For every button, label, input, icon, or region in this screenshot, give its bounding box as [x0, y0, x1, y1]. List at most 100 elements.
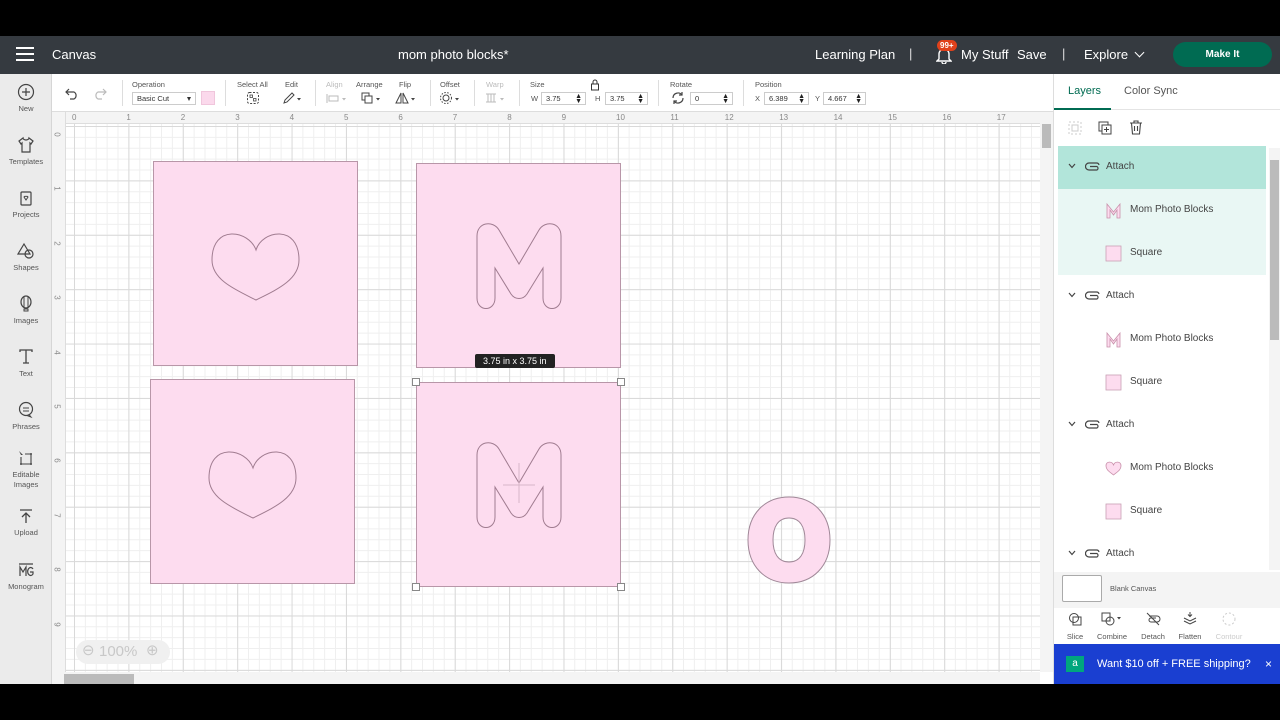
sidebar-label: Editable Images — [12, 470, 40, 489]
layer-item-row[interactable]: Square — [1058, 490, 1266, 533]
design-canvas[interactable]: 0 1 2 3 4 5 6 7 8 9 10 11 12 13 14 15 16 17 0123456789 3.… — [52, 112, 1053, 684]
m-block-selected[interactable] — [416, 382, 621, 587]
layer-item-row[interactable]: Mom Photo Blocks — [1058, 189, 1266, 232]
ruler-tick-label: 9 — [52, 621, 62, 627]
my-stuff-link[interactable]: My Stuff — [961, 47, 1008, 62]
ruler-tick-label: 1 — [52, 186, 62, 192]
layer-item-row[interactable]: Mom Photo Blocks — [1058, 318, 1266, 361]
header-separator: | — [909, 46, 913, 61]
slice-button[interactable]: Slice — [1057, 612, 1093, 641]
height-input[interactable]: 3.75 ▲ ▼ — [605, 92, 648, 105]
heart-block[interactable] — [153, 161, 358, 366]
chevron-down-icon[interactable] — [1068, 421, 1076, 427]
explore-menu[interactable]: Explore — [1084, 47, 1145, 62]
combine-button[interactable]: Combine — [1094, 612, 1130, 641]
monogram-icon — [19, 563, 34, 577]
document-title[interactable]: mom photo blocks* — [398, 47, 509, 62]
scroll-thumb[interactable] — [64, 674, 134, 684]
sidebar-item-upload[interactable]: Upload — [0, 507, 52, 538]
sidebar-item-monogram[interactable]: Monogram — [0, 561, 52, 592]
select-all-label: Select All — [237, 80, 268, 89]
scroll-thumb[interactable] — [1042, 124, 1051, 148]
heart-block[interactable] — [150, 379, 355, 584]
blank-canvas-label: Blank Canvas — [1110, 584, 1157, 593]
m-block[interactable] — [416, 163, 621, 368]
letter-o-shape[interactable] — [746, 496, 832, 584]
resize-handle[interactable] — [617, 583, 625, 591]
spinner-icon[interactable]: ▲ ▼ — [637, 93, 644, 105]
undo-icon[interactable] — [65, 86, 79, 100]
sidebar-item-projects[interactable]: Projects — [0, 189, 52, 220]
layer-group-row[interactable]: Attach — [1058, 146, 1266, 189]
sidebar-item-images[interactable]: Images — [0, 295, 52, 326]
y-position-input[interactable]: 4.667 ▲ ▼ — [823, 92, 866, 105]
operation-color-swatch[interactable] — [201, 91, 215, 105]
hamburger-menu-icon[interactable] — [16, 47, 34, 61]
letterbox-bar — [0, 684, 1280, 720]
detach-button[interactable]: Detach — [1135, 612, 1171, 641]
ruler-tick-label: 17 — [996, 113, 1006, 122]
redo-icon[interactable] — [93, 86, 107, 100]
flip-icon[interactable] — [395, 91, 419, 105]
vertical-scrollbar[interactable] — [1040, 112, 1053, 672]
close-icon[interactable]: × — [1265, 657, 1272, 671]
duplicate-icon[interactable] — [1098, 121, 1112, 135]
sidebar-item-templates[interactable]: Templates — [0, 136, 52, 167]
spinner-icon[interactable]: ▲ ▼ — [575, 93, 582, 105]
blank-canvas-row[interactable]: Blank Canvas — [1054, 572, 1280, 608]
promo-banner[interactable]: a Want $10 off + FREE shipping? × — [1054, 644, 1280, 684]
sidebar-item-text[interactable]: Text — [0, 348, 52, 379]
zoom-out-icon[interactable]: ⊖ — [82, 639, 95, 663]
pencil-icon[interactable] — [282, 91, 302, 105]
height-label: H — [595, 94, 601, 103]
group-icon[interactable] — [1068, 121, 1082, 135]
layer-item-row[interactable]: Square — [1058, 232, 1266, 275]
scroll-thumb[interactable] — [1270, 160, 1279, 340]
layer-group-row[interactable]: Attach — [1058, 533, 1266, 570]
offset-icon[interactable] — [439, 91, 463, 105]
sidebar-item-phrases[interactable]: Phrases — [0, 401, 52, 432]
select-all-icon[interactable] — [246, 91, 260, 105]
horizontal-scrollbar[interactable] — [52, 672, 1040, 684]
sidebar-item-editable-images[interactable]: Editable Images — [0, 449, 52, 490]
plus-circle-icon — [17, 83, 35, 101]
make-it-button[interactable]: Make It — [1173, 42, 1272, 67]
x-position-input[interactable]: 6.389 ▲ ▼ — [764, 92, 809, 105]
zoom-in-icon[interactable]: ⊕ — [146, 639, 159, 663]
ruler-tick-label: 8 — [507, 113, 512, 122]
contour-button[interactable]: Contour — [1211, 612, 1247, 641]
layer-group-row[interactable]: Attach — [1058, 275, 1266, 318]
trash-icon[interactable] — [1129, 120, 1143, 135]
warp-icon[interactable] — [484, 91, 508, 105]
learning-plan-link[interactable]: Learning Plan — [815, 47, 895, 62]
spinner-icon[interactable]: ▲ ▼ — [722, 93, 729, 105]
sidebar-item-new[interactable]: New — [0, 83, 52, 114]
resize-handle[interactable] — [412, 583, 420, 591]
layer-item-row[interactable]: Square — [1058, 361, 1266, 404]
layer-item-row[interactable]: Mom Photo Blocks — [1058, 447, 1266, 490]
tab-layers[interactable]: Layers — [1068, 85, 1101, 97]
chevron-down-icon[interactable] — [1068, 550, 1076, 556]
flatten-button[interactable]: Flatten — [1172, 612, 1208, 641]
resize-handle[interactable] — [412, 378, 420, 386]
width-input[interactable]: 3.75 ▲ ▼ — [541, 92, 586, 105]
spinner-icon[interactable]: ▲ ▼ — [855, 93, 862, 105]
chevron-down-icon[interactable] — [1068, 292, 1076, 298]
spinner-icon[interactable]: ▲ ▼ — [798, 93, 805, 105]
sidebar-item-shapes[interactable]: Shapes — [0, 242, 52, 273]
resize-handle[interactable] — [617, 378, 625, 386]
tab-color-sync[interactable]: Color Sync — [1124, 85, 1178, 97]
layer-group-row[interactable]: Attach — [1058, 404, 1266, 447]
square-thumbnail-icon — [1105, 245, 1122, 262]
arrange-icon[interactable] — [360, 91, 384, 105]
align-icon[interactable] — [325, 91, 349, 105]
layers-scrollbar[interactable] — [1269, 148, 1280, 570]
rotate-input[interactable]: 0 ▲ ▼ — [690, 92, 733, 105]
zoom-level: 100% — [99, 643, 138, 660]
rotate-icon[interactable] — [671, 91, 685, 105]
operation-select[interactable]: Basic Cut — [132, 92, 196, 105]
ruler-tick-label: 10 — [616, 113, 625, 122]
lock-icon[interactable] — [590, 79, 600, 91]
chevron-down-icon[interactable] — [1068, 163, 1076, 169]
save-button[interactable]: Save — [1017, 47, 1047, 62]
